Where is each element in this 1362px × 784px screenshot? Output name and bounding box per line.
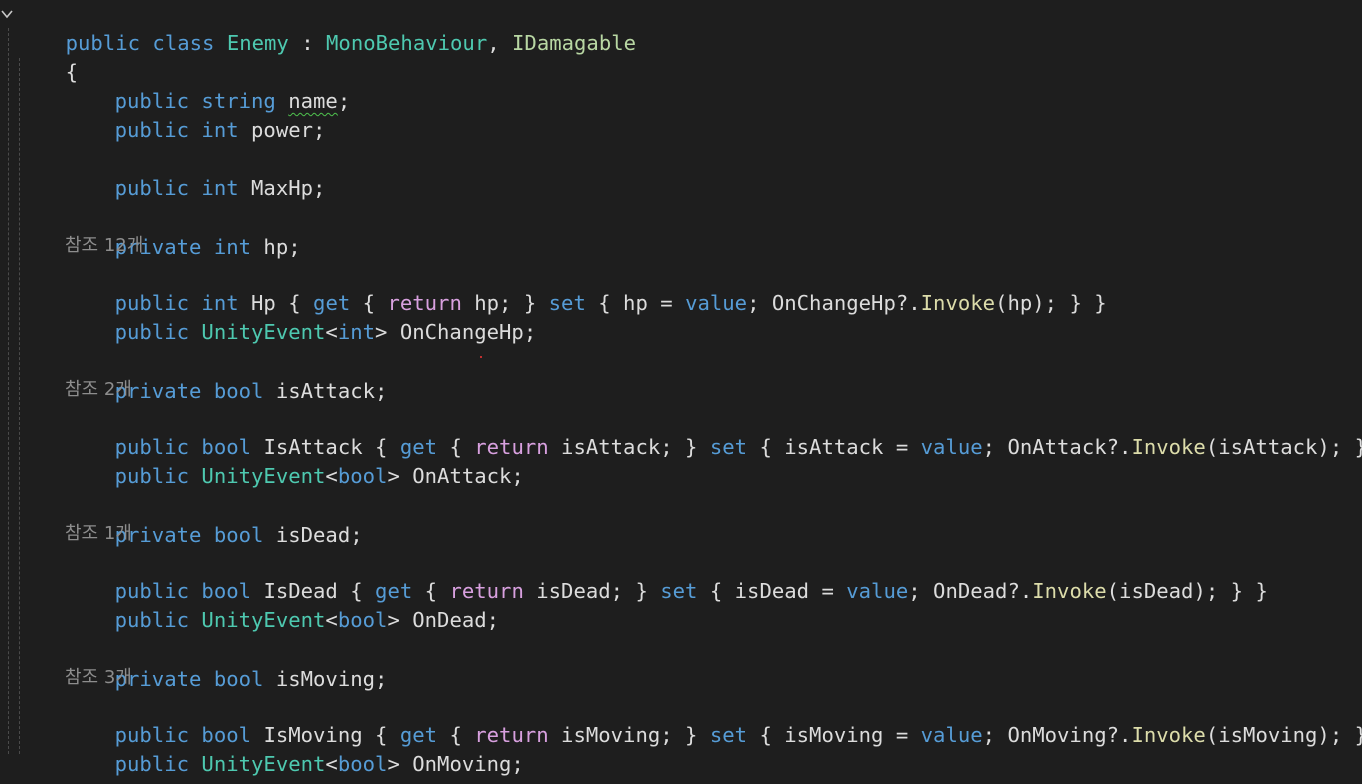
set-keyword: set (709, 435, 748, 459)
dead-property-line[interactable]: public bool IsDead { get { return isDead… (65, 548, 1268, 603)
access-modifier: public (114, 320, 190, 344)
stray-red-dot (480, 356, 482, 358)
return-expression: isAttack; } (548, 435, 710, 459)
invoke-arguments: (isMoving); } } (1205, 723, 1362, 747)
value-keyword: value (920, 435, 983, 459)
set-keyword: set (660, 579, 698, 603)
event-name: OnDead; (399, 608, 500, 632)
field-name: hp; (263, 235, 301, 259)
invoke-method: Invoke (1131, 723, 1206, 747)
name-field-line[interactable]: public string name; (65, 58, 351, 113)
event-type: UnityEvent (201, 752, 326, 776)
set-keyword: set (548, 291, 586, 315)
attack-event-line[interactable]: public UnityEvent<bool> OnAttack; (65, 433, 524, 488)
hp-property-line[interactable]: public int Hp { get { return hp; } set {… (65, 260, 1107, 315)
return-expression: isDead; } (523, 579, 661, 603)
generic-open: < (325, 464, 338, 488)
field-name: MaxHp; (251, 176, 326, 200)
field-name: isAttack; (275, 379, 388, 403)
invoke-method: Invoke (1032, 579, 1107, 603)
generic-close: > (387, 752, 400, 776)
access-modifier: public (114, 118, 190, 142)
invoke-arguments: (isDead); } } (1106, 579, 1268, 603)
value-keyword: value (920, 723, 983, 747)
access-modifier: public (114, 464, 190, 488)
return-expression: isMoving; } (548, 723, 710, 747)
semicolon: ; (337, 89, 351, 113)
event-type: UnityEvent (201, 608, 326, 632)
invoke-arguments: (hp); } } (995, 291, 1107, 315)
value-keyword: value (685, 291, 748, 315)
event-access: ; OnAttack?. (982, 435, 1132, 459)
field-type: bool (213, 523, 264, 547)
hp-field-line[interactable]: private int hp; (65, 204, 301, 259)
generic-type: int (337, 320, 376, 344)
base-class-name: MonoBehaviour (326, 31, 488, 55)
generic-open: < (325, 608, 338, 632)
indent-guide-line (19, 58, 20, 754)
codelens-references-moving[interactable]: 참조 3개 (65, 663, 132, 692)
field-name: isDead; (275, 523, 363, 547)
event-access: ; OnDead?. (908, 579, 1033, 603)
brace-guide-line (8, 28, 9, 754)
moving-property-line[interactable]: public bool IsMoving { get { return isMo… (65, 692, 1362, 747)
hp-event-line[interactable]: public UnityEvent<int> OnChangeHp; (65, 289, 537, 344)
chevron-down-icon[interactable] (0, 3, 14, 23)
field-type: int (201, 176, 239, 200)
interface-name: IDamagable (512, 31, 637, 55)
invoke-method: Invoke (920, 291, 996, 315)
open-brace-line[interactable]: { (16, 29, 78, 84)
generic-type: bool (337, 608, 388, 632)
class-declaration-line[interactable]: public class Enemy : MonoBehaviour, IDam… (16, 0, 636, 55)
maxhp-field-line[interactable]: public int MaxHp; (65, 145, 326, 200)
generic-open: < (325, 320, 338, 344)
access-modifier: public (114, 608, 190, 632)
event-name: OnMoving; (399, 752, 524, 776)
attack-field-line[interactable]: private bool isAttack; (65, 348, 388, 403)
code-editor[interactable]: public class Enemy : MonoBehaviour, IDam… (0, 0, 1362, 784)
generic-close: > (387, 608, 400, 632)
event-access: ; OnMoving?. (982, 723, 1132, 747)
attack-property-line[interactable]: public bool IsAttack { get { return isAt… (65, 404, 1362, 459)
field-type: int (213, 235, 252, 259)
field-type: bool (213, 667, 264, 691)
event-type: UnityEvent (201, 464, 326, 488)
class-name: Enemy (226, 31, 289, 55)
field-type: bool (213, 379, 264, 403)
comma: , (487, 31, 513, 55)
setter-assignment: { isAttack = (747, 435, 921, 459)
generic-close: > (375, 320, 388, 344)
dead-field-line[interactable]: private bool isDead; (65, 492, 363, 547)
dead-event-line[interactable]: public UnityEvent<bool> OnDead; (65, 577, 499, 632)
field-name: isMoving; (275, 667, 388, 691)
event-access: ; OnChangeHp?. (747, 291, 921, 315)
access-modifier: public (114, 176, 190, 200)
codelens-references-hp[interactable]: 참조 12개 (65, 231, 143, 260)
moving-event-line[interactable]: public UnityEvent<bool> OnMoving; (65, 721, 524, 776)
generic-type: bool (337, 752, 388, 776)
codelens-references-dead[interactable]: 참조 1개 (65, 519, 132, 548)
class-keyword: class (152, 31, 215, 55)
field-name: power; (251, 118, 326, 142)
setter-assignment: { isDead = (697, 579, 847, 603)
access-modifier: public (114, 752, 190, 776)
codelens-references-attack[interactable]: 참조 2개 (65, 375, 132, 404)
invoke-arguments: (isAttack); } } (1205, 435, 1362, 459)
setter-assignment: { hp = (585, 291, 686, 315)
moving-field-line[interactable]: private bool isMoving; (65, 636, 388, 691)
set-keyword: set (709, 723, 748, 747)
field-type: int (201, 118, 239, 142)
invoke-method: Invoke (1131, 435, 1206, 459)
value-keyword: value (846, 579, 909, 603)
event-type: UnityEvent (201, 320, 326, 344)
inheritance-separator: : (288, 31, 327, 55)
setter-assignment: { isMoving = (747, 723, 921, 747)
close-brace-line[interactable]: } (16, 752, 78, 784)
generic-close: > (387, 464, 400, 488)
generic-type: bool (337, 464, 388, 488)
power-field-line[interactable]: public int power; (65, 87, 326, 142)
generic-open: < (325, 752, 338, 776)
event-name: OnAttack; (399, 464, 524, 488)
event-name: OnChangeHp; (387, 320, 537, 344)
